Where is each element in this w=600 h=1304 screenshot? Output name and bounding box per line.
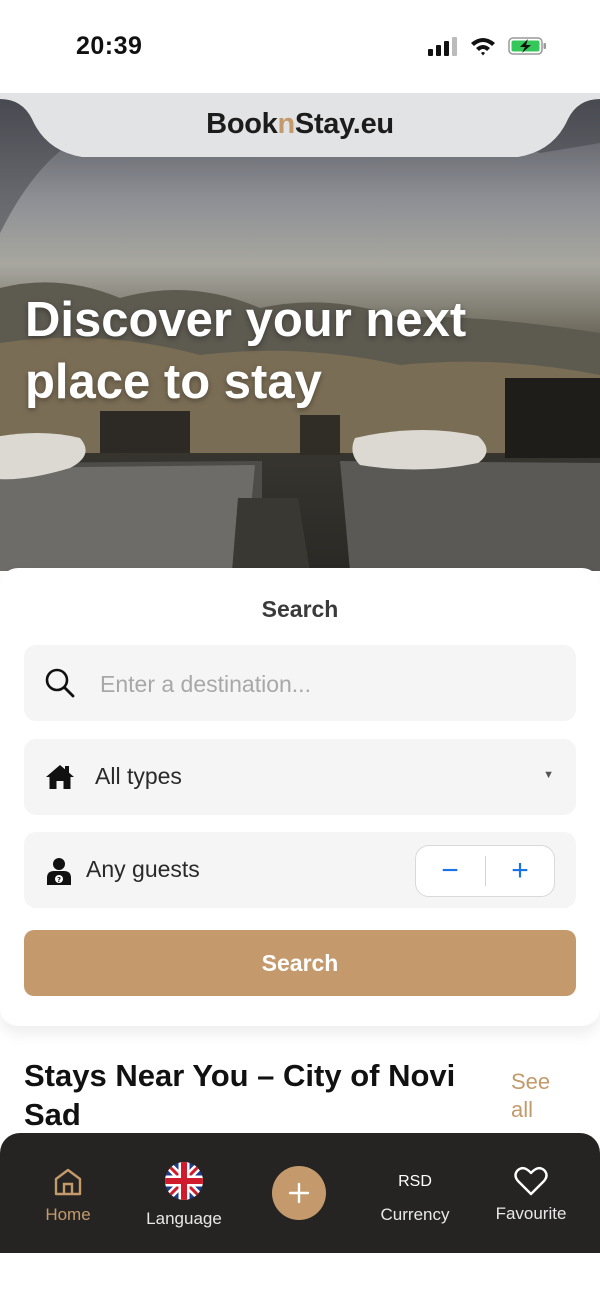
add-button[interactable]	[272, 1166, 326, 1220]
house-icon	[46, 765, 74, 789]
logo-accent: n	[277, 108, 295, 140]
app-logo[interactable]: BooknStay.eu	[0, 108, 600, 141]
bottom-nav: Home Language RSD Currency Favourite	[0, 1133, 600, 1253]
nav-language[interactable]: Language	[140, 1133, 228, 1253]
hero-banner: BooknStay.eu Discover your next place to…	[0, 93, 600, 571]
guests-stepper: − +	[415, 845, 555, 897]
nav-language-label: Language	[146, 1209, 222, 1228]
guests-field: ? Any guests − +	[24, 832, 576, 908]
status-icons	[428, 36, 548, 56]
currency-code: RSD	[398, 1173, 432, 1190]
guest-person-icon: ?	[47, 858, 71, 885]
hero-title: Discover your next place to stay	[25, 293, 467, 409]
search-card: Search All types ▼ ? Any guests − + Sear…	[0, 568, 600, 1026]
nav-favourite-label: Favourite	[495, 1204, 567, 1223]
nav-currency-label: Currency	[380, 1205, 450, 1224]
status-bar: 20:39	[0, 0, 600, 94]
nav-home-label: Home	[45, 1205, 91, 1224]
destination-field[interactable]	[24, 645, 576, 721]
section-title: Stays Near You – City of Novi Sad	[24, 1058, 456, 1132]
guests-label: Any guests	[86, 856, 200, 882]
wifi-icon	[471, 38, 495, 56]
heart-icon	[514, 1166, 548, 1196]
chevron-down-icon: ▼	[543, 769, 554, 781]
cellular-signal-icon	[428, 37, 457, 56]
svg-text:?: ?	[57, 876, 61, 884]
search-button[interactable]: Search	[24, 930, 576, 996]
battery-charging-icon	[508, 37, 546, 55]
logo-part1: Book	[206, 108, 278, 140]
search-title: Search	[261, 596, 339, 622]
decrement-guests-button[interactable]: −	[416, 846, 484, 896]
see-all-link[interactable]: See all	[511, 1068, 571, 1124]
property-type-value: All types	[95, 763, 182, 789]
plus-icon	[288, 1182, 310, 1204]
home-icon	[54, 1168, 82, 1196]
status-time: 20:39	[76, 32, 143, 60]
uk-flag-icon	[165, 1162, 203, 1200]
destination-input[interactable]	[98, 663, 542, 705]
logo-part2: Stay.eu	[294, 108, 394, 140]
increment-guests-button[interactable]: +	[486, 846, 554, 896]
nav-home[interactable]: Home	[34, 1133, 102, 1253]
nav-currency[interactable]: RSD Currency	[370, 1133, 460, 1253]
search-icon	[45, 668, 75, 698]
nav-favourite[interactable]: Favourite	[486, 1133, 576, 1253]
property-type-select[interactable]: All types ▼	[24, 739, 576, 815]
